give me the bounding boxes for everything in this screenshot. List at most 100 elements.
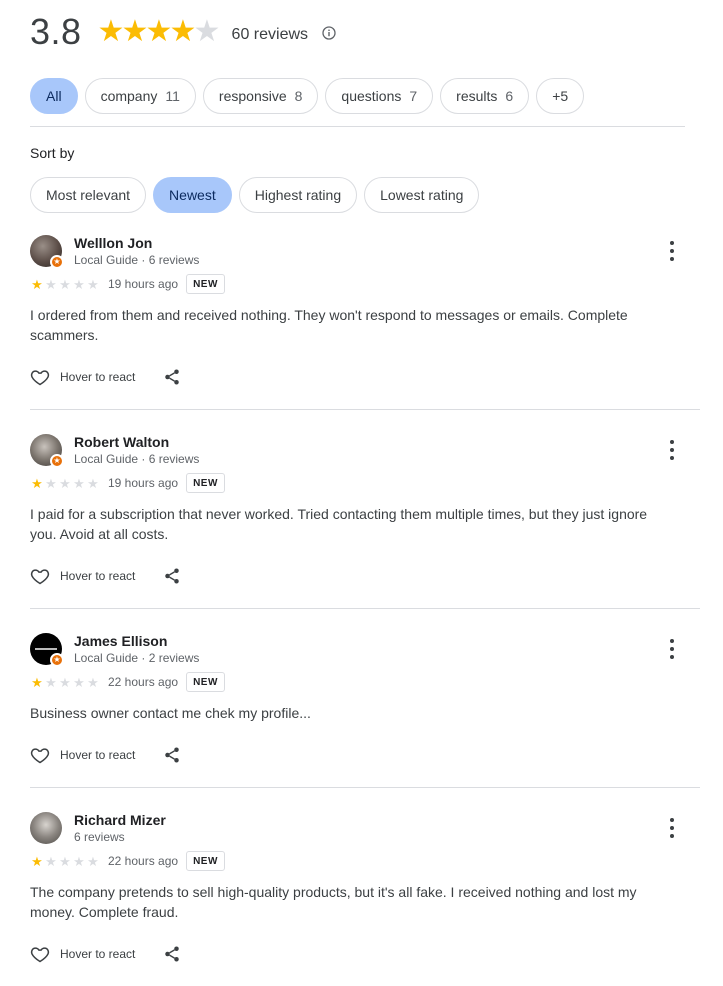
star-icon: ★ — [87, 276, 99, 292]
chip-count: 6 — [505, 88, 514, 104]
star-icon: ★ — [87, 853, 99, 869]
heart-icon[interactable] — [30, 367, 50, 387]
review-stars: ★ ★ ★ ★ ★ — [30, 676, 100, 689]
review-stars: ★ ★ ★ ★ ★ — [30, 855, 100, 868]
chip-company[interactable]: company 11 — [84, 78, 196, 114]
local-guide-star-icon: ★ — [50, 653, 64, 667]
share-icon[interactable] — [163, 567, 181, 585]
info-icon[interactable] — [322, 26, 336, 40]
react-label[interactable]: Hover to react — [60, 748, 135, 762]
sort-option-label: Newest — [169, 187, 216, 203]
review-item: ★ Robert Walton Local Guide · 6 reviews … — [30, 434, 700, 594]
local-guide-star-icon: ★ — [50, 454, 64, 468]
star-icon: ★ — [45, 853, 57, 869]
chip-label: results — [456, 88, 498, 104]
sort-label: Sort by — [30, 145, 75, 161]
chip-label: All — [46, 88, 62, 104]
star-icon: ★ — [31, 276, 43, 292]
star-icon: ★ — [87, 674, 99, 690]
reviewer-meta[interactable]: Local Guide · 2 reviews — [74, 651, 199, 665]
divider — [30, 787, 700, 788]
sort-newest[interactable]: Newest — [153, 177, 232, 213]
star-icon: ★ — [73, 276, 85, 292]
chip-label: +5 — [552, 88, 569, 104]
review-count: 60 reviews — [231, 26, 309, 43]
sort-most-relevant[interactable]: Most relevant — [30, 177, 147, 213]
star-icon: ★ — [45, 475, 57, 491]
reviewer-name[interactable]: James Ellison — [74, 633, 167, 649]
topic-filter-chips: All company 11 responsive 8 questions 7 res… — [30, 78, 585, 114]
share-icon[interactable] — [163, 368, 181, 386]
reviewer-name[interactable]: Welllon Jon — [74, 235, 152, 251]
react-label[interactable]: Hover to react — [60, 569, 135, 583]
review-text: I ordered from them and received nothing… — [30, 307, 628, 343]
more-options-icon[interactable] — [666, 239, 678, 263]
star-icon: ★ — [87, 475, 99, 491]
sort-highest-rating[interactable]: Highest rating — [238, 177, 358, 213]
star-icon: ★ — [45, 674, 57, 690]
star-icon: ★ — [121, 15, 149, 48]
star-icon: ★ — [73, 475, 85, 491]
heart-icon[interactable] — [30, 745, 50, 765]
heart-icon[interactable] — [30, 566, 50, 586]
avatar[interactable] — [30, 812, 62, 844]
share-icon[interactable] — [163, 746, 181, 764]
review-stars: ★ ★ ★ ★ ★ — [30, 278, 100, 291]
review-time: 19 hours ago — [108, 476, 179, 490]
average-stars: ★ ★ ★ ★ ★ — [97, 15, 221, 48]
star-icon: ★ — [97, 15, 125, 48]
chip-count: 7 — [409, 88, 418, 104]
star-icon: ★ — [59, 674, 71, 690]
divider — [30, 126, 685, 127]
sort-option-label: Most relevant — [46, 187, 131, 203]
reviewer-meta[interactable]: Local Guide · 6 reviews — [74, 253, 199, 267]
sort-option-label: Highest rating — [254, 187, 342, 203]
chip-questions[interactable]: questions 7 — [325, 78, 434, 114]
star-icon: ★ — [45, 276, 57, 292]
review-stars: ★ ★ ★ ★ ★ — [30, 477, 100, 490]
review-text: I paid for a subscription that never wor… — [30, 506, 648, 542]
chip-count: 8 — [294, 88, 303, 104]
more-options-icon[interactable] — [666, 438, 678, 462]
local-guide-star-icon: ★ — [50, 255, 64, 269]
new-badge: NEW — [186, 672, 225, 692]
more-options-icon[interactable] — [666, 816, 678, 840]
review-item: Richard Mizer 6 reviews ★ ★ ★ ★ ★ 22 hours a… — [30, 812, 700, 972]
star-icon: ★ — [59, 276, 71, 292]
review-text: The company pretends to sell high-qualit… — [30, 884, 637, 920]
react-label[interactable]: Hover to react — [60, 947, 135, 961]
chip-responsive[interactable]: responsive 8 — [202, 78, 319, 114]
chip-label: responsive — [218, 88, 287, 104]
share-icon[interactable] — [163, 945, 181, 963]
new-badge: NEW — [186, 473, 225, 493]
review-time: 22 hours ago — [108, 675, 179, 689]
chip-label: questions — [341, 88, 402, 104]
avatar[interactable]: ★ — [30, 633, 64, 667]
heart-icon[interactable] — [30, 944, 50, 964]
chip-all[interactable]: All — [30, 78, 78, 114]
reviewer-meta[interactable]: Local Guide · 6 reviews — [74, 452, 199, 466]
review-item: ★ James Ellison Local Guide · 2 reviews … — [30, 633, 700, 773]
divider — [30, 608, 700, 609]
star-icon: ★ — [31, 674, 43, 690]
rating-summary: 3.8 ★ ★ ★ ★ ★ 60 reviews — [30, 10, 336, 54]
sort-lowest-rating[interactable]: Lowest rating — [364, 177, 480, 213]
chip-results[interactable]: results 6 — [440, 78, 530, 114]
sort-option-label: Lowest rating — [380, 187, 464, 203]
reviewer-name[interactable]: Robert Walton — [74, 434, 169, 450]
star-icon: ★ — [145, 15, 173, 48]
reviewer-meta[interactable]: 6 reviews — [74, 830, 125, 844]
sort-options: Most relevant Newest Highest rating Lowe… — [30, 177, 480, 213]
star-icon: ★ — [59, 475, 71, 491]
star-icon: ★ — [31, 853, 43, 869]
react-label[interactable]: Hover to react — [60, 370, 135, 384]
star-icon: ★ — [193, 15, 221, 48]
chip-more-topics[interactable]: +5 — [536, 78, 585, 114]
star-icon: ★ — [73, 674, 85, 690]
more-options-icon[interactable] — [666, 637, 678, 661]
star-icon: ★ — [31, 475, 43, 491]
avatar[interactable]: ★ — [30, 434, 64, 468]
star-icon: ★ — [59, 853, 71, 869]
reviewer-name[interactable]: Richard Mizer — [74, 812, 166, 828]
avatar[interactable]: ★ — [30, 235, 64, 269]
